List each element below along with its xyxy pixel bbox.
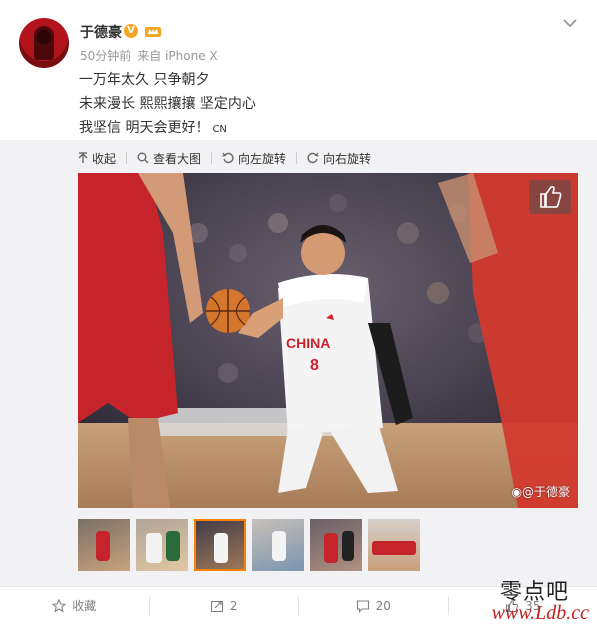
avatar[interactable] — [19, 18, 69, 68]
search-icon — [137, 152, 149, 164]
comment-button[interactable]: 20 — [299, 587, 448, 624]
toolbar-divider — [296, 152, 298, 164]
comment-count: 20 — [375, 598, 391, 613]
post-line: 我坚信 明天会更好！ CN — [79, 116, 256, 140]
comment-icon — [356, 599, 369, 613]
collapse-label: 收起 — [92, 151, 117, 166]
rotate-right-button[interactable]: 向右旋转 — [307, 150, 371, 167]
thumbnail[interactable] — [252, 519, 304, 571]
view-large-button[interactable]: 查看大图 — [137, 150, 201, 167]
thumbnail[interactable] — [136, 519, 188, 571]
post-source: 来自 iPhone X — [137, 49, 218, 63]
jersey-number: 8 — [310, 357, 319, 374]
favorite-label: 收藏 — [72, 599, 97, 613]
media-panel: 收起 查看大图 向左旋转 向右旋转 CHINA 8 ◉@于德豪 — [0, 140, 597, 586]
collapse-button[interactable]: 收起 — [78, 150, 116, 167]
jersey-text: CHINA — [286, 335, 330, 351]
media-toolbar: 收起 查看大图 向左旋转 向右旋转 — [78, 149, 381, 167]
collapse-icon — [78, 152, 88, 163]
rotate-left-button[interactable]: 向左旋转 — [222, 150, 286, 167]
post-content: 一万年太久 只争朝夕 未来漫长 熙熙攘攘 坚定内心 我坚信 明天会更好！ CN — [79, 68, 256, 140]
cn-tag: CN — [212, 124, 227, 135]
thumbnail-active[interactable] — [194, 519, 246, 571]
basketball-photo: CHINA 8 — [78, 173, 578, 508]
rotate-left-label: 向左旋转 — [238, 151, 287, 166]
toolbar-divider — [126, 152, 128, 164]
member-crown-icon[interactable] — [144, 23, 162, 38]
photo-watermark-text: @于德豪 — [521, 485, 570, 499]
post-header: 于德豪 V 50分钟前 来自 iPhone X 一万年太久 只争朝夕 未来漫长 熙… — [0, 0, 597, 140]
thumbs-up-icon — [540, 185, 562, 208]
favorite-button[interactable]: 收藏 — [0, 587, 149, 624]
post-time[interactable]: 50分钟前 — [80, 49, 131, 63]
toolbar-divider — [211, 152, 213, 164]
photo-like-button[interactable] — [529, 180, 571, 214]
star-icon — [52, 598, 67, 612]
repost-icon — [210, 600, 223, 612]
post-meta: 50分钟前 来自 iPhone X — [80, 47, 218, 64]
thumbnail[interactable] — [78, 519, 130, 571]
weibo-logo-icon: ◉ — [511, 485, 522, 499]
chevron-down-icon[interactable] — [561, 14, 579, 32]
thumbnail[interactable] — [310, 519, 362, 571]
repost-count: 2 — [229, 598, 238, 613]
rotate-right-label: 向右旋转 — [323, 151, 372, 166]
rotate-right-icon — [307, 152, 319, 164]
post-line: 一万年太久 只争朝夕 — [79, 72, 210, 88]
site-watermark-url: www.Ldb.cc — [491, 602, 589, 624]
view-large-label: 查看大图 — [153, 151, 202, 166]
thumbnail-strip — [78, 519, 426, 571]
post-line: 未来漫长 熙熙攘攘 坚定内心 — [79, 96, 256, 112]
rotate-left-icon — [222, 152, 234, 164]
verified-badge-icon: V — [124, 24, 138, 38]
thumbnail[interactable] — [368, 519, 420, 571]
username[interactable]: 于德豪 — [80, 22, 122, 42]
main-photo[interactable]: CHINA 8 ◉@于德豪 — [78, 173, 578, 508]
post-line-text: 我坚信 明天会更好！ — [79, 120, 210, 136]
photo-watermark: ◉@于德豪 — [512, 483, 571, 500]
repost-button[interactable]: 2 — [150, 587, 299, 624]
